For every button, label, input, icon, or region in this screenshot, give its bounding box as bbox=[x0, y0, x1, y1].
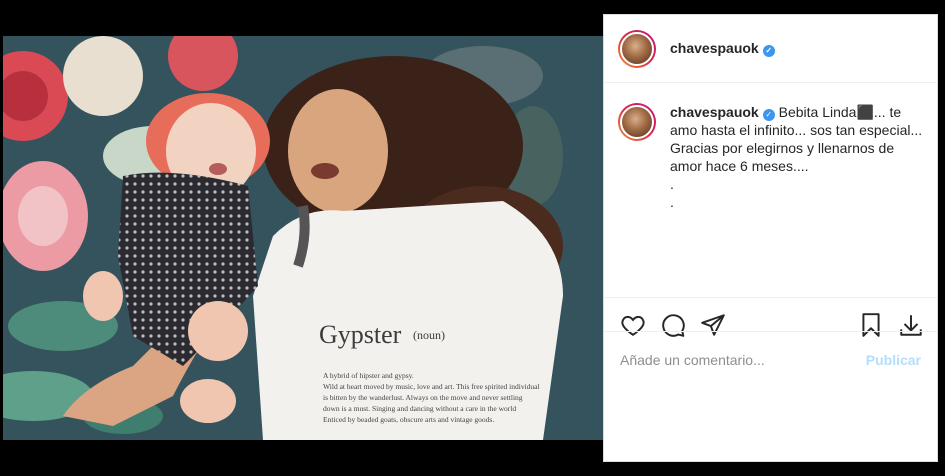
caption-dot: . bbox=[670, 194, 674, 210]
post-photo: Gypster (noun) A hybrid of hipster and g… bbox=[3, 36, 603, 440]
username-text[interactable]: chavespauok bbox=[670, 40, 759, 56]
verified-badge-icon: ✓ bbox=[762, 45, 775, 57]
shirt-title: Gypster bbox=[319, 320, 402, 349]
post-image[interactable]: Gypster (noun) A hybrid of hipster and g… bbox=[3, 36, 603, 440]
shirt-line: Enticed by beaded goats, obscure arts an… bbox=[323, 415, 494, 424]
caption: chavespauok ✓ Bebita Linda⬛... te amo has… bbox=[670, 103, 923, 297]
action-bar: Publicar bbox=[604, 297, 937, 387]
verified-badge-icon: ✓ bbox=[762, 109, 775, 121]
avatar[interactable] bbox=[618, 29, 656, 68]
caption-avatar[interactable] bbox=[618, 103, 656, 141]
shirt-line: A hybrid of hipster and gypsy. bbox=[323, 371, 414, 380]
comment-input[interactable] bbox=[620, 351, 866, 368]
caption-username[interactable]: chavespauok bbox=[670, 104, 759, 120]
header-username[interactable]: chavespauok ✓ bbox=[670, 40, 775, 57]
shirt-line: down is a must. Singing and dancing with… bbox=[323, 404, 516, 413]
caption-area: chavespauok ✓ Bebita Linda⬛... te amo has… bbox=[604, 83, 937, 297]
post-side-panel: chavespauok ✓ chavespauok ✓ Bebita Linda⬛.… bbox=[603, 14, 938, 462]
post-header: chavespauok ✓ bbox=[604, 15, 937, 83]
add-comment-bar: Publicar bbox=[604, 331, 937, 387]
caption-dot: . bbox=[670, 176, 674, 192]
shirt-line: Wild at heart moved by music, love and a… bbox=[323, 382, 540, 391]
shirt-noun: (noun) bbox=[413, 328, 445, 342]
publish-button[interactable]: Publicar bbox=[866, 352, 921, 368]
shirt-line: is bitten by the wanderlust. Always on t… bbox=[323, 393, 523, 402]
